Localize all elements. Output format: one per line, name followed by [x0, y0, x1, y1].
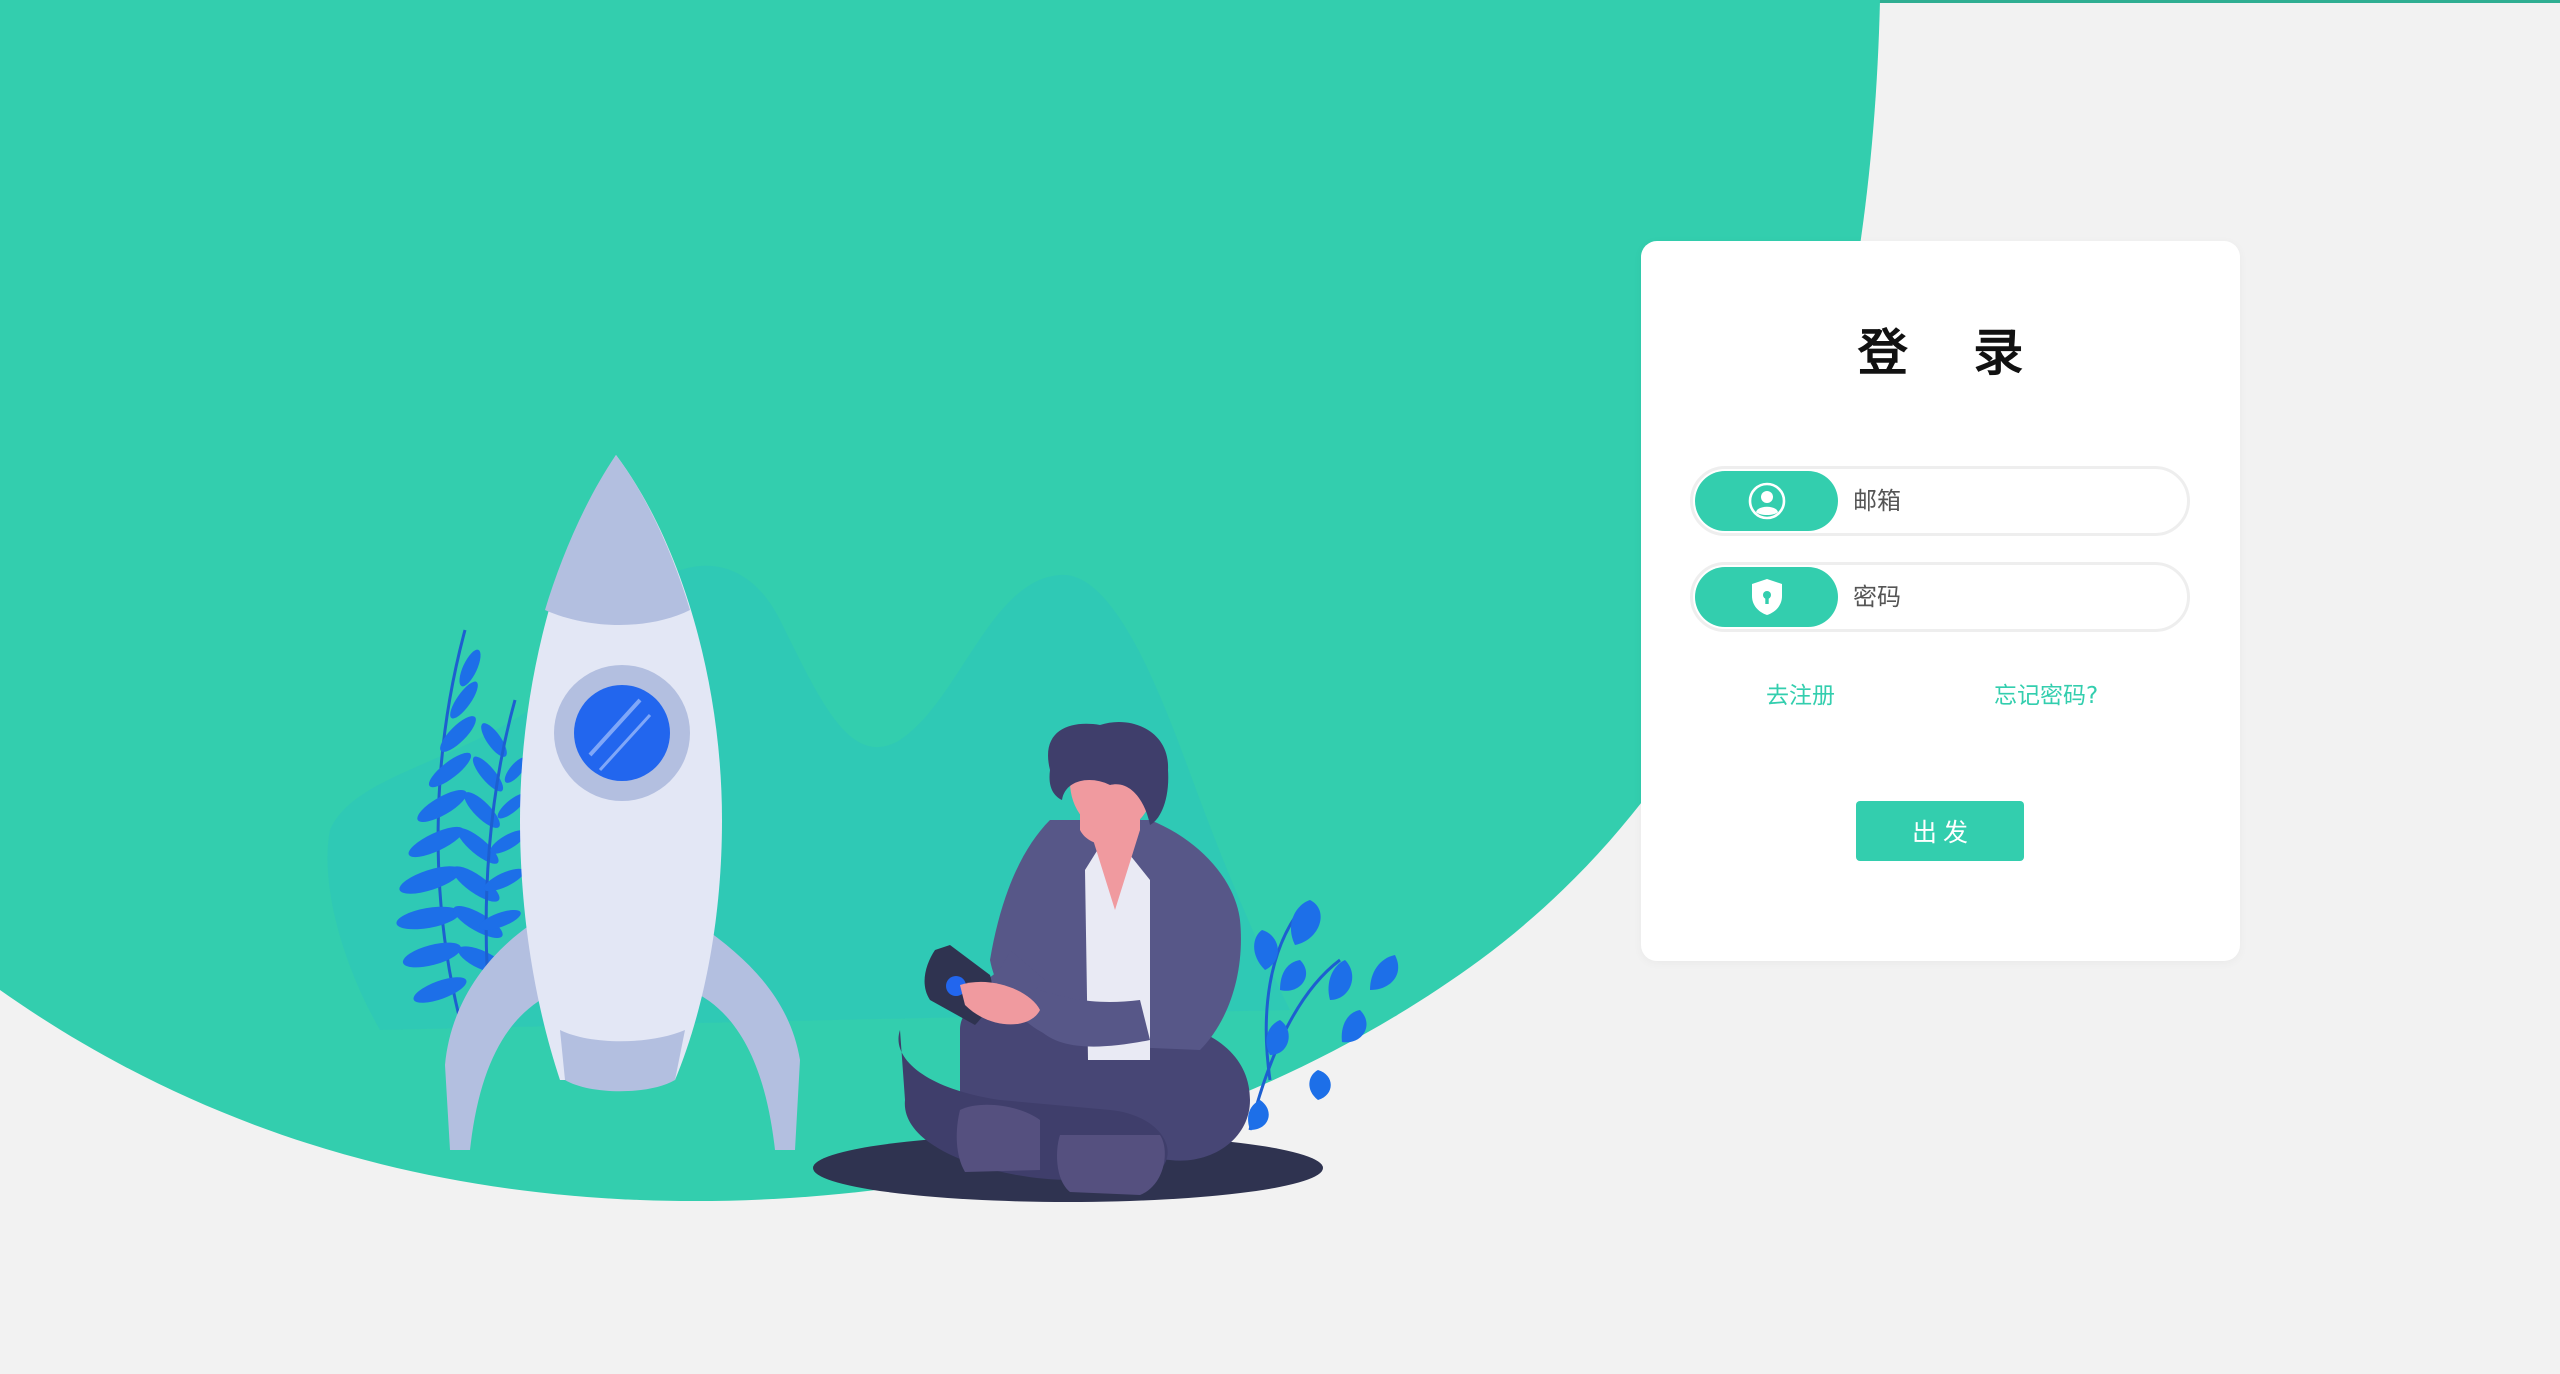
- register-link[interactable]: 去注册: [1766, 676, 1835, 710]
- password-input[interactable]: [1853, 565, 2173, 629]
- login-page: 登 录 去注册 忘记密码?: [0, 0, 2560, 1374]
- auth-links: 去注册 忘记密码?: [1641, 676, 2240, 716]
- password-icon-pill: [1695, 567, 1838, 627]
- forgot-password-link[interactable]: 忘记密码?: [1994, 676, 2098, 710]
- submit-button[interactable]: 出发: [1856, 801, 2024, 861]
- email-icon-pill: [1695, 471, 1838, 531]
- user-icon: [1748, 482, 1785, 520]
- email-field[interactable]: [1690, 466, 2190, 536]
- email-input[interactable]: [1853, 469, 2173, 533]
- password-field[interactable]: [1690, 562, 2190, 632]
- login-title: 登 录: [1857, 324, 2048, 382]
- right-plant-icon: [1248, 900, 1399, 1131]
- shield-lock-icon: [1751, 579, 1782, 615]
- login-card: 登 录 去注册 忘记密码?: [1641, 241, 2240, 961]
